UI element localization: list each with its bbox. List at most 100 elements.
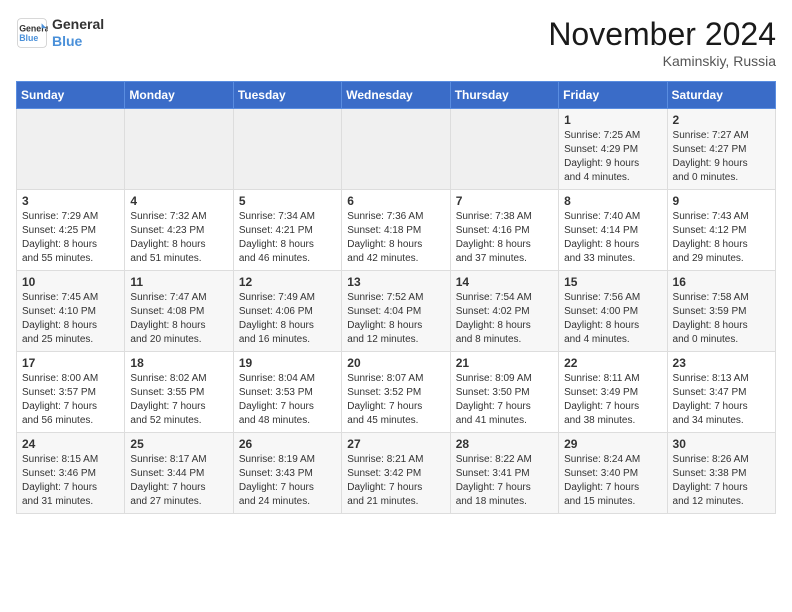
calendar-cell: 2 Sunrise: 7:27 AM Sunset: 4:27 PM Daylig…	[667, 109, 775, 190]
day-info: Sunrise: 7:56 AM Sunset: 4:00 PM Dayligh…	[564, 291, 661, 347]
header-wednesday: Wednesday	[342, 82, 450, 109]
calendar-cell: 3Sunrise: 7:29 AM Sunset: 4:25 PM Daylig…	[17, 190, 125, 271]
calendar-cell: 9 Sunrise: 7:43 AM Sunset: 4:12 PM Daylig…	[667, 190, 775, 271]
day-info: Sunrise: 7:49 AM Sunset: 4:06 PM Dayligh…	[239, 291, 336, 347]
day-number: 15	[564, 275, 661, 289]
day-info: Sunrise: 7:52 AM Sunset: 4:04 PM Dayligh…	[347, 291, 444, 347]
day-info: Sunrise: 8:21 AM Sunset: 3:42 PM Dayligh…	[347, 453, 444, 509]
svg-text:Blue: Blue	[19, 33, 38, 43]
day-info: Sunrise: 8:17 AM Sunset: 3:44 PM Dayligh…	[130, 453, 227, 509]
day-info: Sunrise: 7:27 AM Sunset: 4:27 PM Dayligh…	[673, 129, 770, 185]
calendar-cell: 5Sunrise: 7:34 AM Sunset: 4:21 PM Daylig…	[233, 190, 341, 271]
location: Kaminskiy, Russia	[548, 53, 776, 69]
calendar-table: SundayMondayTuesdayWednesdayThursdayFrid…	[16, 81, 776, 514]
day-number: 1	[564, 113, 661, 127]
calendar-cell	[342, 109, 450, 190]
calendar-cell: 11Sunrise: 7:47 AM Sunset: 4:08 PM Dayli…	[125, 271, 233, 352]
header-sunday: Sunday	[17, 82, 125, 109]
title-area: November 2024 Kaminskiy, Russia	[548, 16, 776, 69]
day-number: 8	[564, 194, 661, 208]
logo: General Blue General Blue	[16, 16, 104, 50]
day-number: 23	[673, 356, 770, 370]
calendar-cell: 13 Sunrise: 7:52 AM Sunset: 4:04 PM Dayli…	[342, 271, 450, 352]
calendar-cell: 23Sunrise: 8:13 AM Sunset: 3:47 PM Dayli…	[667, 352, 775, 433]
header-tuesday: Tuesday	[233, 82, 341, 109]
calendar-cell: 7 Sunrise: 7:38 AM Sunset: 4:16 PM Daylig…	[450, 190, 558, 271]
day-number: 4	[130, 194, 227, 208]
header-monday: Monday	[125, 82, 233, 109]
calendar-week-row: 10 Sunrise: 7:45 AM Sunset: 4:10 PM Dayli…	[17, 271, 776, 352]
calendar-cell: 10 Sunrise: 7:45 AM Sunset: 4:10 PM Dayli…	[17, 271, 125, 352]
svg-text:General: General	[19, 23, 48, 33]
calendar-cell: 30Sunrise: 8:26 AM Sunset: 3:38 PM Dayli…	[667, 433, 775, 514]
day-number: 14	[456, 275, 553, 289]
day-info: Sunrise: 7:40 AM Sunset: 4:14 PM Dayligh…	[564, 210, 661, 266]
day-number: 19	[239, 356, 336, 370]
calendar-cell: 29 Sunrise: 8:24 AM Sunset: 3:40 PM Dayli…	[559, 433, 667, 514]
day-info: Sunrise: 8:07 AM Sunset: 3:52 PM Dayligh…	[347, 372, 444, 428]
day-info: Sunrise: 8:02 AM Sunset: 3:55 PM Dayligh…	[130, 372, 227, 428]
calendar-cell: 27 Sunrise: 8:21 AM Sunset: 3:42 PM Dayli…	[342, 433, 450, 514]
day-number: 17	[22, 356, 119, 370]
calendar-cell: 4 Sunrise: 7:32 AM Sunset: 4:23 PM Daylig…	[125, 190, 233, 271]
calendar-cell	[450, 109, 558, 190]
day-number: 20	[347, 356, 444, 370]
day-info: Sunrise: 8:04 AM Sunset: 3:53 PM Dayligh…	[239, 372, 336, 428]
day-info: Sunrise: 7:45 AM Sunset: 4:10 PM Dayligh…	[22, 291, 119, 347]
day-info: Sunrise: 7:38 AM Sunset: 4:16 PM Dayligh…	[456, 210, 553, 266]
day-info: Sunrise: 8:19 AM Sunset: 3:43 PM Dayligh…	[239, 453, 336, 509]
calendar-week-row: 3Sunrise: 7:29 AM Sunset: 4:25 PM Daylig…	[17, 190, 776, 271]
day-number: 30	[673, 437, 770, 451]
day-info: Sunrise: 7:36 AM Sunset: 4:18 PM Dayligh…	[347, 210, 444, 266]
day-info: Sunrise: 7:34 AM Sunset: 4:21 PM Dayligh…	[239, 210, 336, 266]
day-number: 2	[673, 113, 770, 127]
day-info: Sunrise: 8:11 AM Sunset: 3:49 PM Dayligh…	[564, 372, 661, 428]
day-number: 28	[456, 437, 553, 451]
day-number: 7	[456, 194, 553, 208]
logo-icon: General Blue	[16, 17, 48, 49]
day-info: Sunrise: 7:54 AM Sunset: 4:02 PM Dayligh…	[456, 291, 553, 347]
calendar-cell: 14 Sunrise: 7:54 AM Sunset: 4:02 PM Dayli…	[450, 271, 558, 352]
calendar-cell: 28Sunrise: 8:22 AM Sunset: 3:41 PM Dayli…	[450, 433, 558, 514]
calendar-cell: 19 Sunrise: 8:04 AM Sunset: 3:53 PM Dayli…	[233, 352, 341, 433]
calendar-cell: 17 Sunrise: 8:00 AM Sunset: 3:57 PM Dayli…	[17, 352, 125, 433]
day-number: 29	[564, 437, 661, 451]
calendar-cell	[125, 109, 233, 190]
calendar-cell	[17, 109, 125, 190]
calendar-cell: 18 Sunrise: 8:02 AM Sunset: 3:55 PM Dayli…	[125, 352, 233, 433]
calendar-cell: 12 Sunrise: 7:49 AM Sunset: 4:06 PM Dayli…	[233, 271, 341, 352]
calendar-header-row: SundayMondayTuesdayWednesdayThursdayFrid…	[17, 82, 776, 109]
day-info: Sunrise: 7:29 AM Sunset: 4:25 PM Dayligh…	[22, 210, 119, 266]
calendar-cell	[233, 109, 341, 190]
day-number: 25	[130, 437, 227, 451]
day-number: 24	[22, 437, 119, 451]
header-thursday: Thursday	[450, 82, 558, 109]
month-title: November 2024	[548, 16, 776, 53]
day-info: Sunrise: 8:15 AM Sunset: 3:46 PM Dayligh…	[22, 453, 119, 509]
day-info: Sunrise: 8:00 AM Sunset: 3:57 PM Dayligh…	[22, 372, 119, 428]
day-info: Sunrise: 7:43 AM Sunset: 4:12 PM Dayligh…	[673, 210, 770, 266]
day-number: 12	[239, 275, 336, 289]
day-info: Sunrise: 7:58 AM Sunset: 3:59 PM Dayligh…	[673, 291, 770, 347]
logo-text: General Blue	[52, 16, 104, 50]
day-number: 21	[456, 356, 553, 370]
calendar-cell: 26Sunrise: 8:19 AM Sunset: 3:43 PM Dayli…	[233, 433, 341, 514]
day-number: 27	[347, 437, 444, 451]
calendar-cell: 20 Sunrise: 8:07 AM Sunset: 3:52 PM Dayli…	[342, 352, 450, 433]
calendar-week-row: 24 Sunrise: 8:15 AM Sunset: 3:46 PM Dayli…	[17, 433, 776, 514]
day-number: 13	[347, 275, 444, 289]
day-number: 9	[673, 194, 770, 208]
header-friday: Friday	[559, 82, 667, 109]
calendar-cell: 16Sunrise: 7:58 AM Sunset: 3:59 PM Dayli…	[667, 271, 775, 352]
day-info: Sunrise: 7:32 AM Sunset: 4:23 PM Dayligh…	[130, 210, 227, 266]
day-info: Sunrise: 8:24 AM Sunset: 3:40 PM Dayligh…	[564, 453, 661, 509]
calendar-cell: 8 Sunrise: 7:40 AM Sunset: 4:14 PM Daylig…	[559, 190, 667, 271]
day-info: Sunrise: 7:25 AM Sunset: 4:29 PM Dayligh…	[564, 129, 661, 185]
day-number: 10	[22, 275, 119, 289]
day-info: Sunrise: 7:47 AM Sunset: 4:08 PM Dayligh…	[130, 291, 227, 347]
day-number: 22	[564, 356, 661, 370]
day-number: 18	[130, 356, 227, 370]
day-info: Sunrise: 8:09 AM Sunset: 3:50 PM Dayligh…	[456, 372, 553, 428]
calendar-week-row: 17 Sunrise: 8:00 AM Sunset: 3:57 PM Dayli…	[17, 352, 776, 433]
calendar-cell: 24 Sunrise: 8:15 AM Sunset: 3:46 PM Dayli…	[17, 433, 125, 514]
